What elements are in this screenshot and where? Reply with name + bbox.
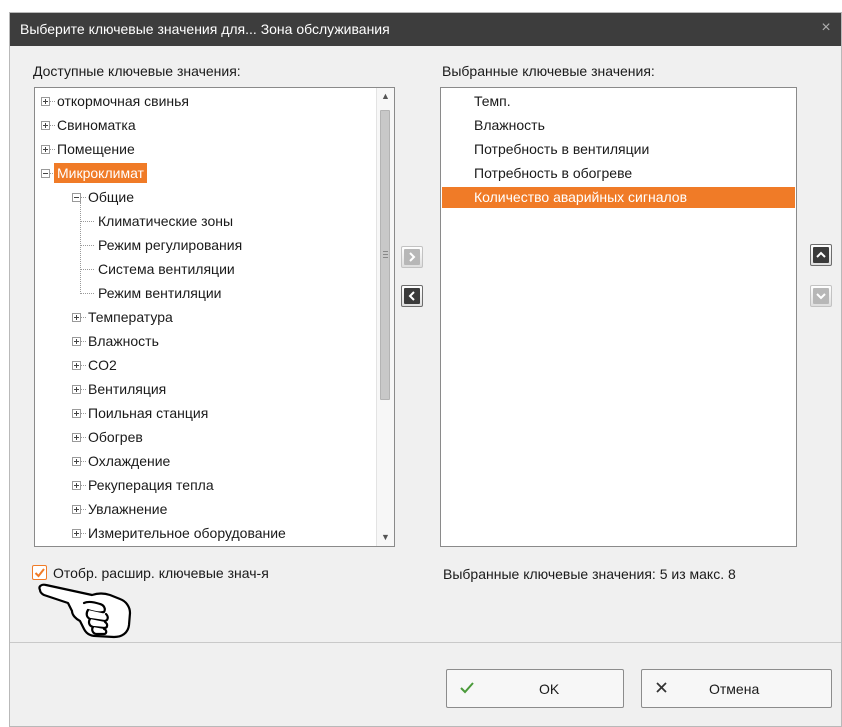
ok-label: OK xyxy=(539,681,560,697)
tree-item-label: Измерительное оборудование xyxy=(88,525,286,541)
expand-plus-icon[interactable] xyxy=(41,121,50,130)
footer-separator xyxy=(10,642,841,643)
tree-item-label: Температура xyxy=(88,309,173,325)
expand-plus-icon[interactable] xyxy=(72,313,81,322)
tree-item-label: Микроклимат xyxy=(54,163,147,183)
tree-rows: откормочная свинья Свиноматка Помещение Мик… xyxy=(35,88,376,546)
tree-item-label: Рекуперация тепла xyxy=(88,477,214,493)
selected-item[interactable]: Влажность xyxy=(442,115,795,136)
extended-values-label[interactable]: Отобр. расшир. ключевые знач-я xyxy=(53,565,269,581)
tree-connector xyxy=(80,293,94,294)
selected-item[interactable]: Количество аварийных сигналов xyxy=(442,187,795,208)
tree-item-label: Увлажнение xyxy=(88,501,168,517)
cancel-button[interactable]: Отмена xyxy=(641,669,832,708)
scroll-down-icon[interactable]: ▼ xyxy=(377,529,394,546)
tree-item-label: Вентиляция xyxy=(88,381,167,397)
expand-plus-icon[interactable] xyxy=(41,145,50,154)
tree-item-label: CO2 xyxy=(88,357,117,373)
tree-connector xyxy=(80,269,94,270)
title-bar: Выберите ключевые значения для... Зона о… xyxy=(10,13,841,46)
tree-item-label: Влажность xyxy=(88,333,159,349)
expand-plus-icon[interactable] xyxy=(72,457,81,466)
scroll-up-icon[interactable]: ▲ xyxy=(377,88,394,105)
tree-connector xyxy=(80,202,81,294)
move-down-button[interactable] xyxy=(810,285,832,307)
x-icon xyxy=(656,682,667,693)
selected-item[interactable]: Темп. xyxy=(442,91,795,112)
close-icon[interactable]: × xyxy=(815,17,837,39)
pointing-hand-icon xyxy=(38,583,132,639)
checkmark-icon xyxy=(460,682,474,694)
expand-plus-icon[interactable] xyxy=(72,409,81,418)
tree-item-label: Свиноматка xyxy=(57,117,136,133)
tree-scrollbar[interactable]: ▲ ▼ xyxy=(376,88,394,546)
tree-connector xyxy=(80,245,94,246)
window-title: Выберите ключевые значения для... Зона о… xyxy=(20,21,390,37)
tree-item-label: Общие xyxy=(88,189,135,205)
available-label: Доступные ключевые значения: xyxy=(33,63,241,79)
extended-values-checkbox[interactable] xyxy=(32,565,47,580)
tree-item-label: откормочная свинья xyxy=(57,93,189,109)
selected-list[interactable]: Темп. Влажность Потребность в вентиляции По… xyxy=(440,87,797,547)
expand-plus-icon[interactable] xyxy=(72,433,81,442)
tree-item-label: Система вентиляции xyxy=(98,261,235,277)
tree-item-label: Поильная станция xyxy=(88,405,209,421)
expand-plus-icon[interactable] xyxy=(72,529,81,538)
remove-button[interactable] xyxy=(401,285,423,307)
tree-item-label: Охлаждение xyxy=(88,453,171,469)
selected-item[interactable]: Потребность в обогреве xyxy=(442,163,795,184)
collapse-minus-icon[interactable] xyxy=(72,193,81,202)
tree-item-label: Климатические зоны xyxy=(98,213,234,229)
collapse-minus-icon[interactable] xyxy=(41,169,50,178)
expand-plus-icon[interactable] xyxy=(72,337,81,346)
cancel-label: Отмена xyxy=(709,681,760,697)
selected-item[interactable]: Потребность в вентиляции xyxy=(442,139,795,160)
selected-label: Выбранные ключевые значения: xyxy=(442,63,655,79)
available-tree[interactable]: откормочная свинья Свиноматка Помещение Мик… xyxy=(34,87,395,547)
ok-button[interactable]: OK xyxy=(446,669,624,708)
expand-plus-icon[interactable] xyxy=(41,97,50,106)
tree-item-label: Режим регулирования xyxy=(98,237,243,253)
add-button[interactable] xyxy=(401,246,423,268)
tree-connector xyxy=(80,221,94,222)
chevron-right-icon xyxy=(404,249,420,265)
chevron-left-icon xyxy=(404,288,420,304)
chevron-up-icon xyxy=(813,247,829,263)
tree-item-label: Режим вентиляции xyxy=(98,285,222,301)
expand-plus-icon[interactable] xyxy=(72,385,81,394)
selected-count: Выбранные ключевые значения: 5 из макс. … xyxy=(443,566,736,582)
scroll-thumb[interactable] xyxy=(380,110,390,400)
move-up-button[interactable] xyxy=(810,244,832,266)
checkmark-icon xyxy=(34,568,45,578)
grip-icon xyxy=(383,251,388,260)
tree-item-label: Обогрев xyxy=(88,429,143,445)
chevron-down-icon xyxy=(813,288,829,304)
expand-plus-icon[interactable] xyxy=(72,361,81,370)
tree-item-label: Помещение xyxy=(57,141,135,157)
expand-plus-icon[interactable] xyxy=(72,481,81,490)
dialog-window: Выберите ключевые значения для... Зона о… xyxy=(9,12,842,727)
expand-plus-icon[interactable] xyxy=(72,505,81,514)
